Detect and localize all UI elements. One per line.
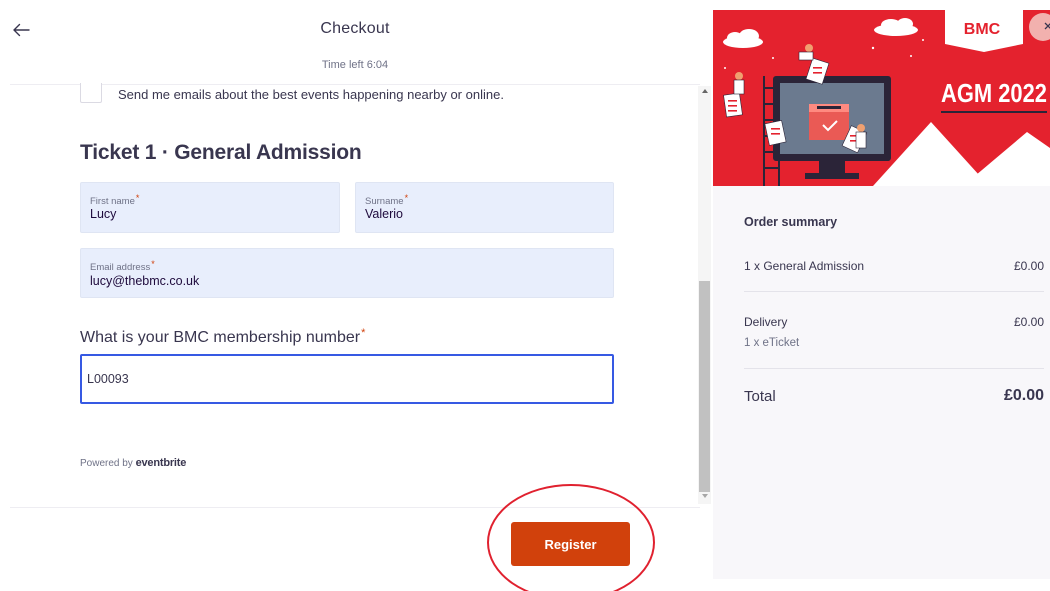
first-name-label: First name* [90, 193, 140, 207]
page-title: Checkout [320, 20, 390, 37]
first-name-field[interactable]: First name* Lucy [80, 182, 340, 233]
email-label: Email address* [90, 259, 155, 273]
banner-title-text: AGM 2022 [941, 78, 1047, 108]
time-left-timer: Time left 6:04 [321, 59, 389, 71]
delivery-amount: £0.00 [1013, 315, 1044, 329]
email-opt-in-row[interactable]: Send me emails about the best events hap… [80, 83, 680, 105]
email-field[interactable]: Email address* lucy@thebmc.co.uk [80, 248, 614, 298]
email-opt-in-checkbox[interactable] [80, 83, 102, 103]
highlight-circle-annotation [487, 484, 655, 591]
surname-field[interactable]: Surname* Valerio [355, 182, 614, 233]
total-label: Total [744, 388, 776, 405]
scroll-up-arrow-icon[interactable] [702, 89, 708, 93]
event-banner-image: BMC AGM 2022 [713, 10, 1050, 186]
email-opt-in-label: Send me emails about the best events hap… [118, 87, 504, 102]
order-item-amount: £0.00 [1013, 259, 1044, 273]
summary-divider [744, 368, 1044, 369]
order-summary-title: Order summary [744, 215, 838, 229]
delivery-detail: 1 x eTicket [744, 337, 800, 349]
membership-number-input[interactable] [80, 354, 614, 404]
banner-brand-text: BMC [964, 21, 1001, 38]
order-summary-panel: Order summary 1 x General Admission £0.0… [713, 186, 1050, 579]
ticket-heading: Ticket 1 · General Admission [80, 141, 362, 164]
total-line: Total £0.00 [744, 387, 1044, 405]
eventbrite-logo: eventbrite [135, 457, 187, 469]
required-mark: * [135, 193, 140, 203]
required-mark: * [361, 327, 366, 339]
email-value[interactable]: lucy@thebmc.co.uk [90, 274, 199, 288]
powered-by: Powered by eventbrite [80, 457, 187, 469]
first-name-value[interactable]: Lucy [90, 207, 116, 221]
surname-label: Surname* [365, 193, 409, 207]
required-mark: * [151, 259, 155, 269]
delivery-line: Delivery £0.00 1 x eTicket [744, 315, 1044, 349]
delivery-label: Delivery [744, 315, 788, 329]
order-item-label: 1 x General Admission [744, 259, 865, 273]
summary-divider [744, 291, 1044, 292]
surname-value[interactable]: Valerio [365, 207, 403, 221]
membership-question-label: What is your BMC membership number* [80, 327, 366, 346]
order-line-item: 1 x General Admission £0.00 [744, 259, 1044, 273]
scroll-down-arrow-icon[interactable] [702, 494, 708, 498]
required-mark: * [404, 193, 409, 203]
total-amount: £0.00 [1003, 387, 1044, 404]
scrollbar-thumb[interactable] [699, 281, 710, 492]
